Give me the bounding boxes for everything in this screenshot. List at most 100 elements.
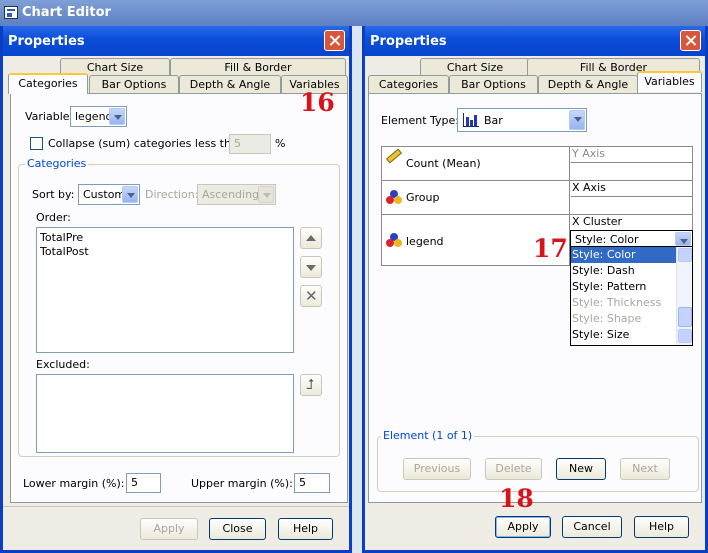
x-icon: ✕ xyxy=(305,287,318,305)
left-footer-divider xyxy=(3,506,349,507)
left-categories-panel: 16 Variable: legend Collapse (sum) categ… xyxy=(10,88,348,503)
right-dialog-title-bar[interactable]: Properties xyxy=(365,26,705,56)
left-close-icon[interactable] xyxy=(324,30,345,51)
element-group-title: Element (1 of 1) xyxy=(381,429,475,442)
left-properties-dialog: Properties Chart Size Fill & Border Cate… xyxy=(0,26,352,553)
left-tab-depth-angle[interactable]: Depth & Angle xyxy=(179,75,281,94)
collapse-label: Collapse (sum) categories less than: xyxy=(48,137,249,150)
new-button[interactable]: New xyxy=(556,458,606,480)
right-properties-dialog: Properties Chart Size Fill & Border Cate… xyxy=(362,26,708,553)
chart-editor-icon xyxy=(4,6,18,19)
sort-by-label: Sort by: xyxy=(32,188,75,201)
move-up-button[interactable] xyxy=(300,227,322,249)
chevron-down-icon[interactable] xyxy=(122,186,138,203)
upper-margin-label: Upper margin (%): xyxy=(191,477,293,490)
dropdown-scrollbar[interactable] xyxy=(676,247,692,345)
scroll-down-icon[interactable] xyxy=(678,329,692,343)
right-help-button[interactable]: Help xyxy=(634,516,689,538)
dropdown-option-size[interactable]: Style: Size xyxy=(571,327,692,343)
excluded-label: Excluded: xyxy=(36,358,90,371)
chevron-down-icon[interactable] xyxy=(109,108,125,125)
annotation-17: 17 xyxy=(533,234,568,263)
variable-select-value: legend xyxy=(75,110,113,123)
app-title: Chart Editor xyxy=(22,5,111,20)
arrow-up-icon xyxy=(306,235,316,241)
background-gap xyxy=(352,26,362,553)
slot-cell[interactable]: X Cluster xyxy=(571,215,692,231)
restore-button[interactable]: ⮥ xyxy=(300,374,322,396)
right-tab-depth-angle[interactable]: Depth & Angle xyxy=(538,75,638,94)
table-row: Count (Mean) Y Axis xyxy=(382,147,692,181)
ruler-icon xyxy=(385,148,403,164)
collapse-threshold-field[interactable]: 5 xyxy=(229,134,271,154)
excluded-list[interactable] xyxy=(36,374,294,453)
slot-cell[interactable] xyxy=(571,197,692,214)
left-dialog-title: Properties xyxy=(8,34,85,49)
nominal-variable-icon xyxy=(386,190,402,204)
dropdown-option-dash[interactable]: Style: Dash xyxy=(571,263,692,279)
variable-name: legend xyxy=(406,235,444,248)
percent-label: % xyxy=(275,137,286,150)
exclude-button[interactable]: ✕ xyxy=(300,285,322,307)
left-apply-button[interactable]: Apply xyxy=(140,518,198,540)
scroll-thumb[interactable] xyxy=(678,307,692,327)
move-down-button[interactable] xyxy=(300,256,322,278)
table-row: Group X Axis xyxy=(382,181,692,215)
scroll-up-icon[interactable] xyxy=(678,248,692,262)
annotation-16: 16 xyxy=(300,88,335,117)
sort-by-select[interactable]: Custom xyxy=(78,184,140,205)
slot-cell[interactable]: X Axis xyxy=(571,181,692,197)
next-button[interactable]: Next xyxy=(620,458,670,480)
element-type-value: Bar xyxy=(484,114,503,127)
sort-by-value: Custom xyxy=(83,188,126,201)
chevron-down-icon[interactable] xyxy=(675,232,691,246)
right-dialog-title: Properties xyxy=(370,34,447,49)
variable-cell[interactable]: Count (Mean) xyxy=(382,147,570,180)
variable-label: Variable: xyxy=(25,110,74,123)
annotation-18: 18 xyxy=(499,484,534,513)
left-tab-bar-options[interactable]: Bar Options xyxy=(89,75,179,94)
bar-chart-icon xyxy=(463,113,479,127)
dropdown-option-color[interactable]: Style: Color xyxy=(571,247,692,263)
left-tab-categories[interactable]: Categories xyxy=(8,73,88,94)
left-help-button[interactable]: Help xyxy=(278,518,333,540)
variable-name: Group xyxy=(406,191,440,204)
direction-select[interactable]: Ascending xyxy=(197,184,276,205)
right-tab-variables[interactable]: Variables xyxy=(637,71,702,92)
right-cancel-button[interactable]: Cancel xyxy=(562,516,622,538)
left-close-button[interactable]: Close xyxy=(209,518,266,540)
style-select-value: Style: Color xyxy=(575,233,639,246)
variable-name: Count (Mean) xyxy=(406,157,481,170)
return-arrow-icon: ⮥ xyxy=(306,377,315,393)
nominal-variable-icon xyxy=(386,233,402,247)
order-list[interactable]: TotalPre TotalPost xyxy=(36,227,294,353)
dropdown-option-thickness: Style: Thickness xyxy=(572,296,662,309)
upper-margin-field[interactable]: 5 xyxy=(294,473,330,493)
right-close-icon[interactable] xyxy=(680,30,701,51)
slot-cell[interactable] xyxy=(571,163,692,180)
chevron-down-icon[interactable] xyxy=(258,186,274,203)
variable-cell[interactable]: Group xyxy=(382,181,570,214)
slot-cell[interactable]: Y Axis xyxy=(571,147,692,163)
left-dialog-title-bar[interactable]: Properties xyxy=(3,26,349,56)
lower-margin-field[interactable]: 5 xyxy=(126,473,161,493)
element-type-select[interactable]: Bar xyxy=(457,108,587,132)
arrow-down-icon xyxy=(306,265,316,271)
style-dropdown-list[interactable]: Style: Color Style: Dash Style: Pattern … xyxy=(570,246,693,346)
dropdown-option-pattern[interactable]: Style: Pattern xyxy=(571,279,692,295)
list-item[interactable]: TotalPre xyxy=(40,231,83,244)
right-tab-bar-options[interactable]: Bar Options xyxy=(449,75,538,94)
element-type-label: Element Type: xyxy=(381,114,460,127)
right-tab-categories[interactable]: Categories xyxy=(368,75,449,94)
right-variables-panel: Element Type: Bar Count (Mean) Y Axis Gr… xyxy=(368,93,702,503)
delete-button[interactable]: Delete xyxy=(485,458,542,480)
lower-margin-label: Lower margin (%): xyxy=(23,477,125,490)
right-apply-button[interactable]: Apply xyxy=(495,516,551,538)
direction-label: Direction: xyxy=(145,188,199,201)
variable-select[interactable]: legend xyxy=(70,106,127,127)
previous-button[interactable]: Previous xyxy=(403,458,471,480)
collapse-checkbox[interactable] xyxy=(30,137,43,150)
chevron-down-icon[interactable] xyxy=(569,110,585,130)
list-item[interactable]: TotalPost xyxy=(40,245,89,258)
app-title-bar: Chart Editor xyxy=(0,0,708,26)
